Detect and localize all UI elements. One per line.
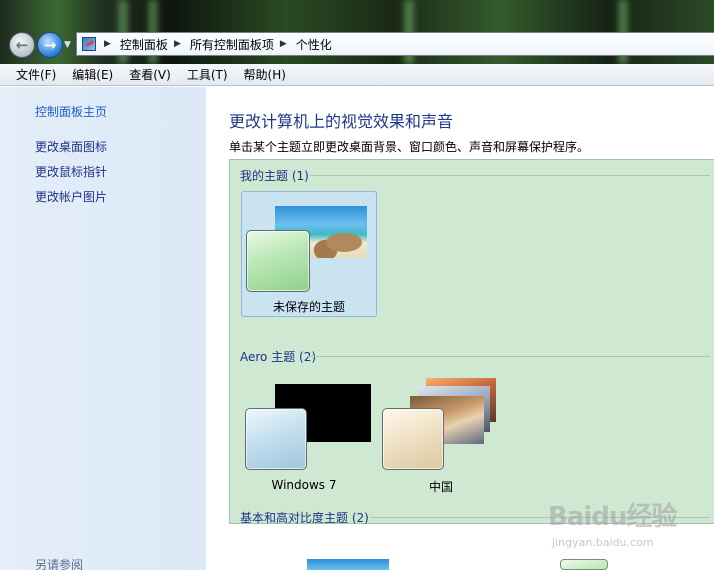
theme-label: 未保存的主题 [272, 300, 345, 314]
menu-view[interactable]: 查看(V) [121, 64, 179, 85]
sidebar-link-mouse-pointers[interactable]: 更改鼠标指针 [35, 163, 107, 180]
breadcrumb-separator-icon[interactable]: ▶ [280, 39, 287, 49]
menu-file[interactable]: 文件(F) [8, 64, 64, 85]
group-header-basic-themes[interactable]: 基本和高对比度主题 (2) [240, 509, 369, 526]
sidebar-link-desktop-icons[interactable]: 更改桌面图标 [35, 138, 107, 155]
menu-edit[interactable]: 编辑(E) [64, 64, 121, 85]
arrow-left-icon: ← [15, 36, 29, 54]
control-panel-icon [82, 37, 96, 51]
sidebar: 控制面板主页 更改桌面图标 更改鼠标指针 更改帐户图片 另请参阅 [0, 87, 206, 570]
sidebar-link-control-panel-home[interactable]: 控制面板主页 [35, 103, 107, 120]
sidebar-link-account-picture[interactable]: 更改帐户图片 [35, 188, 107, 205]
group-divider [308, 356, 710, 357]
breadcrumb-all-items[interactable]: 所有控制面板项 [190, 36, 274, 53]
address-bar[interactable]: ▶ 控制面板 ▶ 所有控制面板项 ▶ 个性化 [76, 32, 714, 56]
theme-window-color-swatch [245, 408, 307, 470]
menu-tools[interactable]: 工具(T) [179, 64, 236, 85]
window-titlebar: ← → ▼ ▶ 控制面板 ▶ 所有控制面板项 ▶ 个性化 [0, 0, 714, 64]
theme-china[interactable]: 中国 [378, 366, 504, 494]
theme-wallpaper-thumbnail [307, 559, 389, 570]
page-title: 更改计算机上的视觉效果和声音 [229, 112, 454, 131]
baidu-watermark-logo: Baidu经验 jingyan.baidu.com [548, 492, 698, 552]
menu-bar: 文件(F) 编辑(E) 查看(V) 工具(T) 帮助(H) [0, 64, 714, 86]
watermark-brand: Baidu经验 [548, 502, 677, 532]
theme-window-color-swatch [246, 230, 310, 292]
theme-window-color-swatch [382, 408, 444, 470]
breadcrumb-control-panel[interactable]: 控制面板 [120, 36, 168, 53]
theme-windows-7[interactable]: Windows 7 [241, 366, 371, 492]
menu-help[interactable]: 帮助(H) [236, 64, 294, 85]
theme-label: 中国 [428, 480, 453, 494]
breadcrumb-separator-icon[interactable]: ▶ [104, 39, 111, 49]
group-header-aero-themes[interactable]: Aero 主题 (2) [240, 348, 316, 365]
see-also-heading: 另请参阅 [35, 558, 84, 570]
breadcrumb-personalization[interactable]: 个性化 [296, 36, 332, 53]
watermark-url: jingyan.baidu.com [552, 536, 654, 549]
page-description: 单击某个主题立即更改桌面背景、窗口颜色、声音和屏幕保护程序。 [229, 140, 590, 154]
theme-label: Windows 7 [271, 478, 337, 492]
theme-unsaved[interactable]: 未保存的主题 [241, 191, 377, 317]
theme-window-color-swatch [560, 559, 608, 570]
group-header-my-themes[interactable]: 我的主题 (1) [240, 167, 309, 184]
recent-pages-dropdown-icon[interactable]: ▼ [64, 40, 71, 50]
forward-button[interactable]: → [37, 32, 63, 58]
theme-list: 我的主题 (1) 未保存的主题 Aero 主题 (2) Windows 7 中国… [229, 159, 714, 526]
group-divider [310, 175, 710, 176]
back-button[interactable]: ← [9, 32, 35, 58]
breadcrumb-separator-icon[interactable]: ▶ [174, 39, 181, 49]
arrow-right-icon: → [43, 36, 57, 54]
